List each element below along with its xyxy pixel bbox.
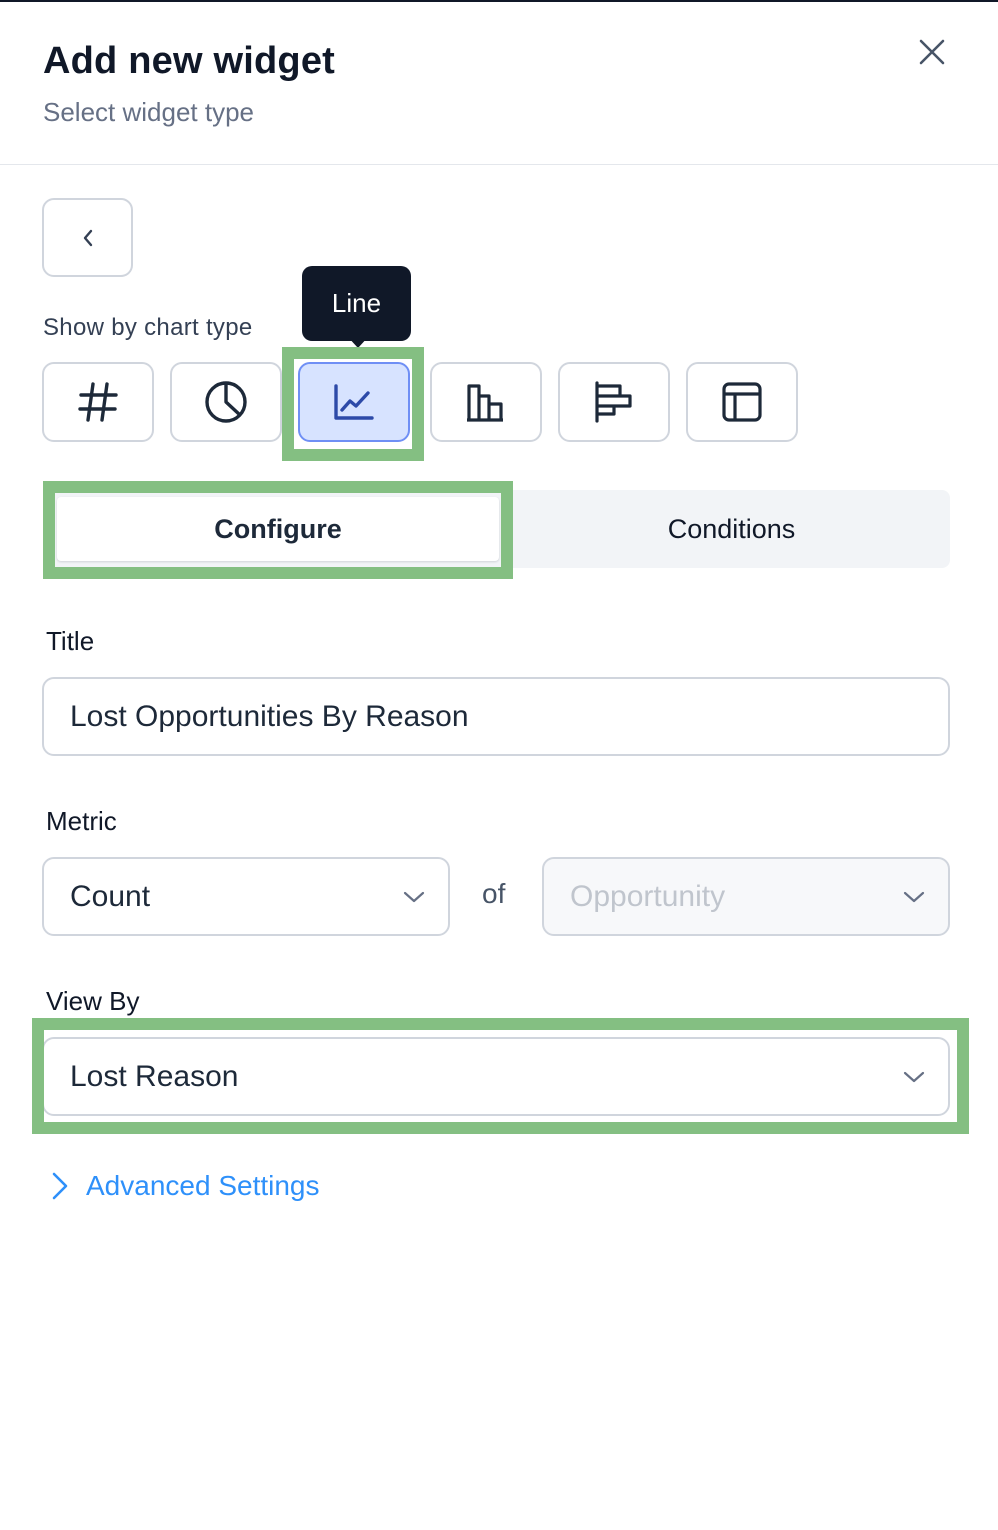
chart-type-label: Show by chart type [43,314,253,341]
of-text: of [482,878,506,909]
line-chart-icon [334,384,374,420]
chart-type-table[interactable] [686,362,798,442]
modal-header: Add new widget Select widget type [0,0,998,165]
chevron-down-icon [403,891,425,902]
view-by-label: View By [46,986,140,1016]
horizontal-bar-chart-icon [595,381,632,423]
title-label: Title [46,626,95,656]
title-input-value: Lost Opportunities By Reason [70,699,469,733]
chevron-down-icon [903,1071,925,1082]
tab-conditions[interactable]: Conditions [513,490,950,568]
pie-chart-icon [205,381,247,423]
view-by-select-value: Lost Reason [70,1059,239,1093]
bar-chart-icon [467,384,503,422]
metric-select-value: Count [70,879,151,913]
modal-subtitle: Select widget type [43,97,255,127]
advanced-settings-label: Advanced Settings [86,1170,320,1201]
tab-configure[interactable]: Configure [57,497,499,561]
chart-type-number[interactable] [42,362,154,442]
title-input[interactable]: Lost Opportunities By Reason [42,677,950,756]
chevron-left-icon [83,229,92,246]
close-icon [919,39,945,65]
chevron-right-icon [52,1172,68,1200]
chart-type-horizontal-bar[interactable] [558,362,670,442]
object-select[interactable]: Opportunity [542,857,950,936]
advanced-settings-toggle[interactable]: Advanced Settings [48,1168,320,1204]
chevron-down-icon [903,891,925,902]
tab-bar: Configure Conditions [43,490,950,568]
chart-type-bar[interactable] [430,362,542,442]
object-select-placeholder: Opportunity [570,879,726,913]
hash-icon [78,382,118,422]
tooltip-arrow [347,336,369,348]
chart-type-line[interactable] [298,362,410,442]
modal-title: Add new widget [43,40,336,82]
chart-type-tooltip: Line [302,266,411,341]
chart-type-pie[interactable] [170,362,282,442]
metric-select[interactable]: Count [42,857,450,936]
metric-label: Metric [46,806,117,836]
back-button[interactable] [42,198,133,277]
table-icon [722,382,762,422]
view-by-select[interactable]: Lost Reason [42,1037,950,1116]
close-button[interactable] [910,30,954,74]
